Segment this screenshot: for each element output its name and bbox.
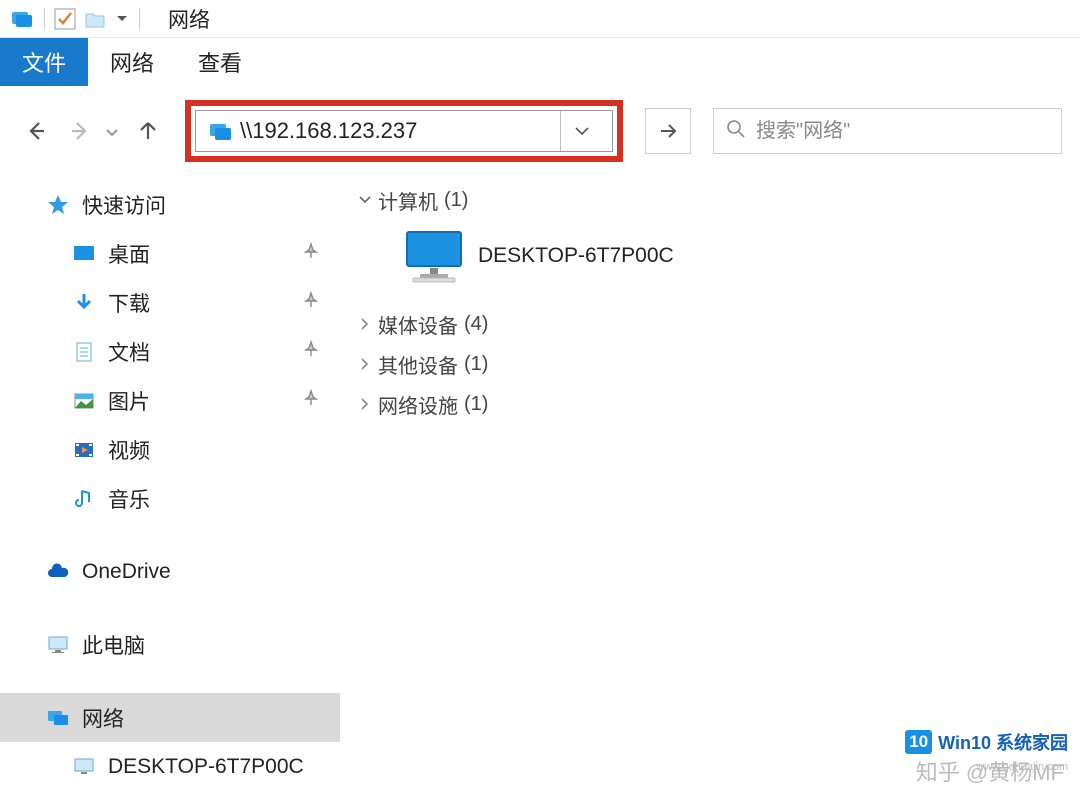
category-count: (4) [464, 313, 488, 336]
category-label: 媒体设备 [378, 310, 458, 339]
nav-pane: 快速访问 桌面 下载 文档 图片 视频 音乐 [0, 176, 340, 799]
separator [44, 8, 45, 30]
back-button[interactable] [18, 113, 54, 149]
category-count: (1) [464, 353, 488, 376]
sidebar-network-child[interactable]: DESKTOP-6T7P00C [0, 742, 340, 791]
ribbon-tab-view[interactable]: 查看 [176, 38, 264, 86]
sidebar-quick-access[interactable]: 快速访问 [0, 180, 340, 229]
content-pane: 计算机 (1) DESKTOP-6T7P00C 媒体设备 (4) 其他设备 (1… [340, 176, 1080, 799]
device-name: DESKTOP-6T7P00C [478, 244, 674, 268]
address-text[interactable]: \\192.168.123.237 [240, 118, 560, 144]
chevron-down-icon [352, 195, 378, 205]
category-label: 网络设施 [378, 390, 458, 419]
monitor-icon [400, 228, 468, 284]
category-media[interactable]: 媒体设备 (4) [352, 304, 1068, 344]
forward-button[interactable] [62, 113, 98, 149]
category-count: (1) [464, 393, 488, 416]
watermark-url: www.qdhuajin.com [976, 761, 1068, 773]
videos-icon [70, 436, 98, 464]
folder-icon[interactable] [81, 5, 109, 33]
sidebar-item-label: 音乐 [108, 484, 150, 514]
separator [139, 8, 140, 30]
sidebar-item-label: 网络 [82, 703, 124, 733]
downloads-icon [70, 289, 98, 317]
sidebar-desktop[interactable]: 桌面 [0, 229, 340, 278]
category-other[interactable]: 其他设备 (1) [352, 344, 1068, 384]
sidebar-pictures[interactable]: 图片 [0, 376, 340, 425]
sidebar-onedrive[interactable]: OneDrive [0, 547, 340, 596]
documents-icon [70, 338, 98, 366]
pin-icon [302, 340, 320, 364]
chevron-right-icon [352, 357, 378, 371]
brand-text: Win10 系统家园 [938, 729, 1068, 755]
ribbon-tab-file[interactable]: 文件 [0, 38, 88, 86]
history-dropdown-icon[interactable] [106, 121, 122, 142]
address-bar-highlight: \\192.168.123.237 [185, 100, 623, 162]
checkbox-icon[interactable] [51, 5, 79, 33]
category-computers[interactable]: 计算机 (1) [352, 180, 1068, 220]
network-location-icon [206, 116, 236, 146]
sidebar-music[interactable]: 音乐 [0, 474, 340, 523]
sidebar-videos[interactable]: 视频 [0, 425, 340, 474]
badge-icon: 10 [905, 730, 932, 754]
sidebar-item-label: OneDrive [82, 560, 171, 584]
sidebar-thispc[interactable]: 此电脑 [0, 620, 340, 669]
ribbon-tab-network[interactable]: 网络 [88, 38, 176, 86]
sidebar-item-label: DESKTOP-6T7P00C [108, 755, 304, 779]
sidebar-item-label: 下载 [108, 288, 150, 318]
sidebar-item-label: 视频 [108, 435, 150, 465]
sidebar-item-label: 此电脑 [82, 630, 145, 660]
nav-row: \\192.168.123.237 [0, 86, 1080, 176]
chevron-right-icon [352, 397, 378, 411]
computer-icon [44, 631, 72, 659]
search-icon [726, 119, 746, 144]
sidebar-downloads[interactable]: 下载 [0, 278, 340, 327]
main-area: 快速访问 桌面 下载 文档 图片 视频 音乐 [0, 176, 1080, 799]
music-icon [70, 485, 98, 513]
star-icon [44, 191, 72, 219]
qat-dropdown-icon[interactable] [115, 12, 129, 26]
device-item[interactable]: DESKTOP-6T7P00C [352, 220, 1068, 304]
pictures-icon [70, 387, 98, 415]
pin-icon [302, 389, 320, 413]
sidebar-item-label: 文档 [108, 337, 150, 367]
sidebar-documents[interactable]: 文档 [0, 327, 340, 376]
network-icon [44, 704, 72, 732]
go-button[interactable] [645, 108, 691, 154]
title-bar: 网络 [0, 0, 1080, 38]
sidebar-network[interactable]: 网络 [0, 693, 340, 742]
pin-icon [302, 242, 320, 266]
category-count: (1) [444, 189, 468, 212]
category-label: 计算机 [378, 186, 438, 215]
watermark-brand: 10 Win10 系统家园 [905, 729, 1068, 755]
sidebar-item-label: 图片 [108, 386, 150, 416]
pin-icon [302, 291, 320, 315]
ribbon-tabs: 文件 网络 查看 [0, 38, 1080, 86]
network-app-icon [8, 5, 36, 33]
search-input[interactable] [756, 120, 1049, 143]
category-label: 其他设备 [378, 350, 458, 379]
computer-icon [70, 753, 98, 781]
search-box[interactable] [713, 108, 1062, 154]
cloud-icon [44, 558, 72, 586]
sidebar-item-label: 快速访问 [82, 190, 166, 220]
up-button[interactable] [130, 113, 166, 149]
address-dropdown-icon[interactable] [560, 111, 602, 151]
desktop-icon [70, 240, 98, 268]
category-infra[interactable]: 网络设施 (1) [352, 384, 1068, 424]
address-bar[interactable]: \\192.168.123.237 [195, 110, 613, 152]
window-title: 网络 [168, 4, 210, 34]
chevron-right-icon [352, 317, 378, 331]
sidebar-item-label: 桌面 [108, 239, 150, 269]
